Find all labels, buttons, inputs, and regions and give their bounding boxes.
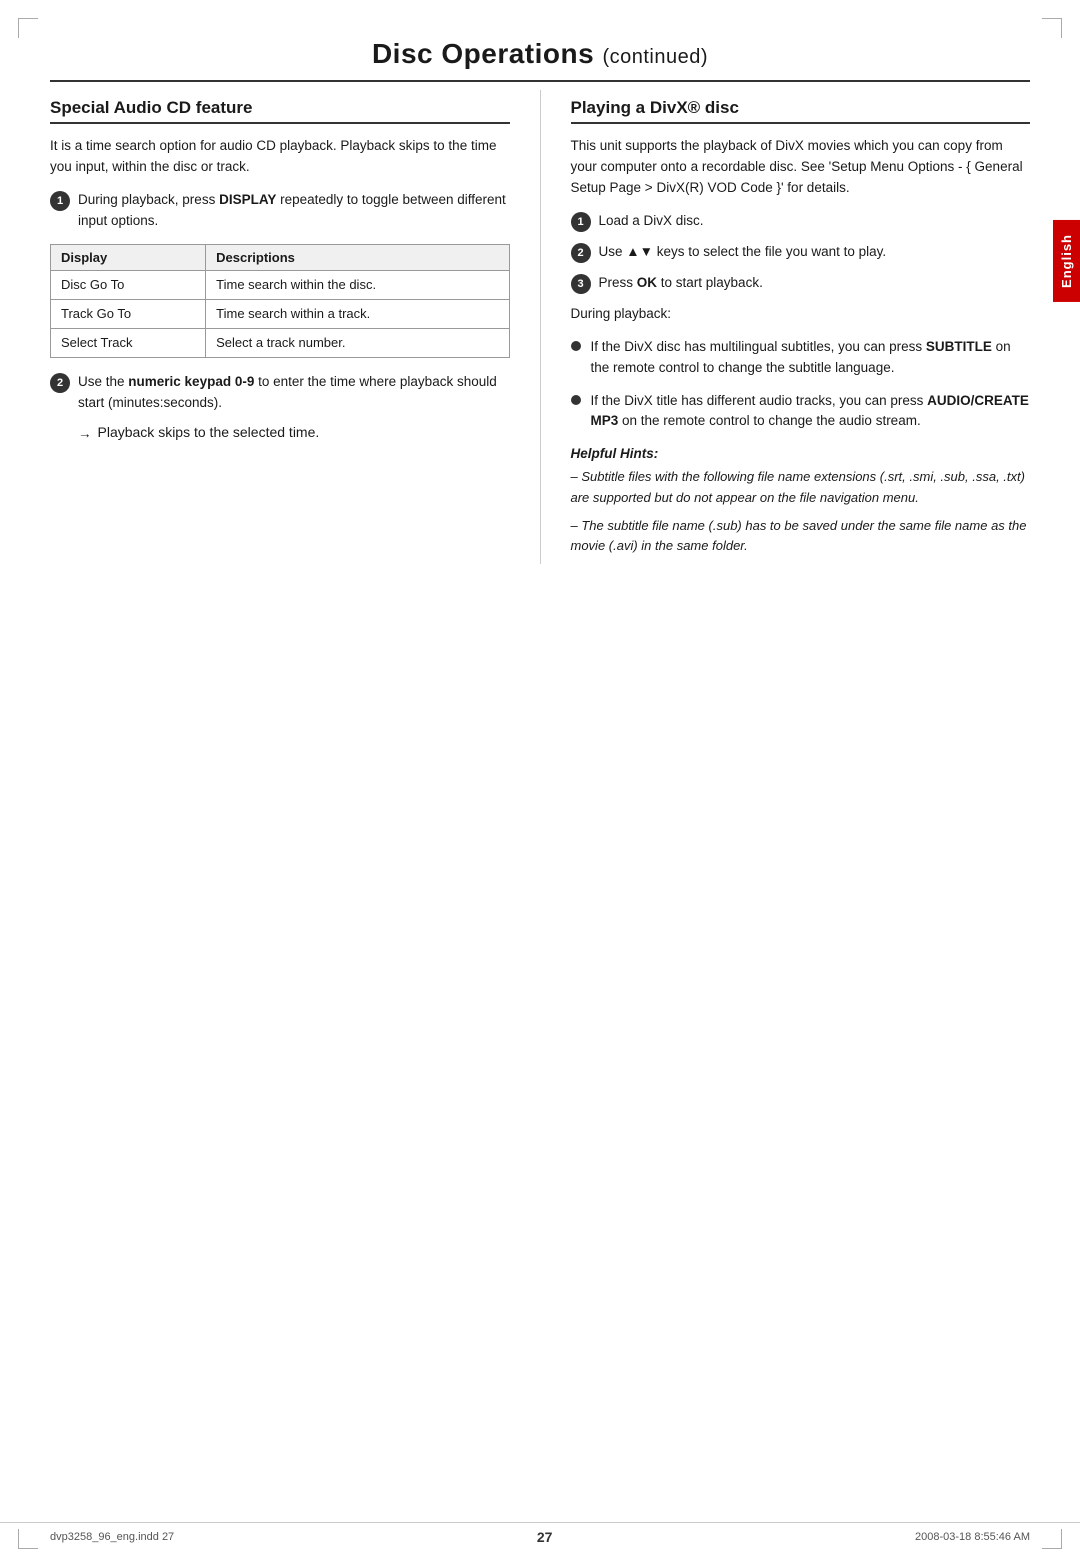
left-step-1: 1 During playback, press DISPLAY repeate… <box>50 190 510 232</box>
footer: dvp3258_96_eng.indd 27 27 2008-03-18 8:5… <box>0 1522 1080 1545</box>
right-step3-before: Press <box>599 275 637 290</box>
step1-bold: DISPLAY <box>219 192 276 207</box>
language-tab: English <box>1053 220 1080 302</box>
right-step-1: 1 Load a DivX disc. <box>571 211 1031 232</box>
right-step3-after: to start playback. <box>657 275 763 290</box>
left-column: Special Audio CD feature It is a time se… <box>50 90 541 564</box>
bullet-item-1: If the DivX disc has multilingual subtit… <box>571 337 1031 379</box>
corner-mark-tl <box>18 18 38 38</box>
corner-mark-tr <box>1042 18 1062 38</box>
step-number-1: 1 <box>50 191 70 211</box>
right-step-3: 3 Press OK to start playback. <box>571 273 1031 294</box>
left-step-2: 2 Use the numeric keypad 0-9 to enter th… <box>50 372 510 414</box>
table-cell-display-2: Select Track <box>51 329 206 358</box>
hints-title: Helpful Hints: <box>571 446 1031 461</box>
step1-text-before: During playback, press <box>78 192 219 207</box>
sub-step: → Playback skips to the selected time. <box>78 424 510 445</box>
left-section-heading: Special Audio CD feature <box>50 98 510 118</box>
right-step3-content: Press OK to start playback. <box>599 273 763 294</box>
footer-page: 27 <box>537 1529 553 1545</box>
sub-step-text: Playback skips to the selected time. <box>98 424 320 440</box>
right-column: Playing a DivX® disc This unit supports … <box>541 90 1031 564</box>
triangle-up-icon: ▲ <box>626 244 639 259</box>
content-area: Special Audio CD feature It is a time se… <box>0 90 1080 564</box>
right-step2-content: Use ▲▼ keys to select the file you want … <box>599 242 887 263</box>
page-title-main: Disc Operations <box>372 38 594 69</box>
left-intro: It is a time search option for audio CD … <box>50 136 510 178</box>
bullet-dot-1 <box>571 341 581 351</box>
bullet2-bold1: AUDIO/CREATE <box>927 393 1029 408</box>
bullet2-before: If the DivX title has different audio tr… <box>591 393 928 408</box>
bullet-content-1: If the DivX disc has multilingual subtit… <box>591 337 1031 379</box>
table-col2-header: Descriptions <box>206 244 509 270</box>
bullet2-middle: on the remote control to change the audi… <box>618 413 920 428</box>
hint-2: – The subtitle file name (.sub) has to b… <box>571 516 1031 556</box>
right-step2-after: keys to select the file you want to play… <box>653 244 886 259</box>
table-col1-header: Display <box>51 244 206 270</box>
right-intro: This unit supports the playback of DivX … <box>571 136 1031 199</box>
step1-content: During playback, press DISPLAY repeatedl… <box>78 190 510 232</box>
during-playback-label: During playback: <box>571 304 1031 325</box>
right-step-number-3: 3 <box>571 274 591 294</box>
step-number-2: 2 <box>50 373 70 393</box>
right-step-number-1: 1 <box>571 212 591 232</box>
right-step-number-2: 2 <box>571 243 591 263</box>
table-row: Disc Go ToTime search within the disc. <box>51 270 510 299</box>
left-section-rule <box>50 122 510 124</box>
arrow-icon: → <box>78 424 92 445</box>
table-cell-display-1: Track Go To <box>51 299 206 328</box>
footer-right: 2008-03-18 8:55:46 AM <box>915 1531 1030 1543</box>
page-title-continued: (continued) <box>602 46 708 68</box>
bullet1-bold: SUBTITLE <box>926 339 992 354</box>
bullet-content-2: If the DivX title has different audio tr… <box>591 391 1031 433</box>
right-step-2: 2 Use ▲▼ keys to select the file you wan… <box>571 242 1031 263</box>
triangle-down-icon: ▼ <box>640 244 653 259</box>
step2-text-before: Use the <box>78 374 128 389</box>
table-cell-desc-1: Time search within a track. <box>206 299 509 328</box>
table-row: Select TrackSelect a track number. <box>51 329 510 358</box>
footer-left: dvp3258_96_eng.indd 27 <box>50 1531 174 1543</box>
table-cell-desc-0: Time search within the disc. <box>206 270 509 299</box>
right-step2-before: Use <box>599 244 627 259</box>
right-section-rule <box>571 122 1031 124</box>
step2-bold: numeric keypad 0-9 <box>128 374 254 389</box>
display-table: Display Descriptions Disc Go ToTime sear… <box>50 244 510 359</box>
hint-1: – Subtitle files with the following file… <box>571 467 1031 507</box>
step2-content: Use the numeric keypad 0-9 to enter the … <box>78 372 510 414</box>
right-section-heading: Playing a DivX® disc <box>571 98 1031 118</box>
title-rule <box>50 80 1030 82</box>
right-step1-content: Load a DivX disc. <box>599 211 704 232</box>
bullet-dot-2 <box>571 395 581 405</box>
bullet-item-2: If the DivX title has different audio tr… <box>571 391 1031 433</box>
bullet1-before: If the DivX disc has multilingual subtit… <box>591 339 926 354</box>
page-container: English Disc Operations (continued) Spec… <box>0 0 1080 1567</box>
right-step3-bold: OK <box>637 275 657 290</box>
helpful-hints: Helpful Hints: – Subtitle files with the… <box>571 446 1031 556</box>
table-cell-display-0: Disc Go To <box>51 270 206 299</box>
table-cell-desc-2: Select a track number. <box>206 329 509 358</box>
bullet2-bold2: MP3 <box>591 413 619 428</box>
table-row: Track Go ToTime search within a track. <box>51 299 510 328</box>
page-title: Disc Operations (continued) <box>0 0 1080 80</box>
